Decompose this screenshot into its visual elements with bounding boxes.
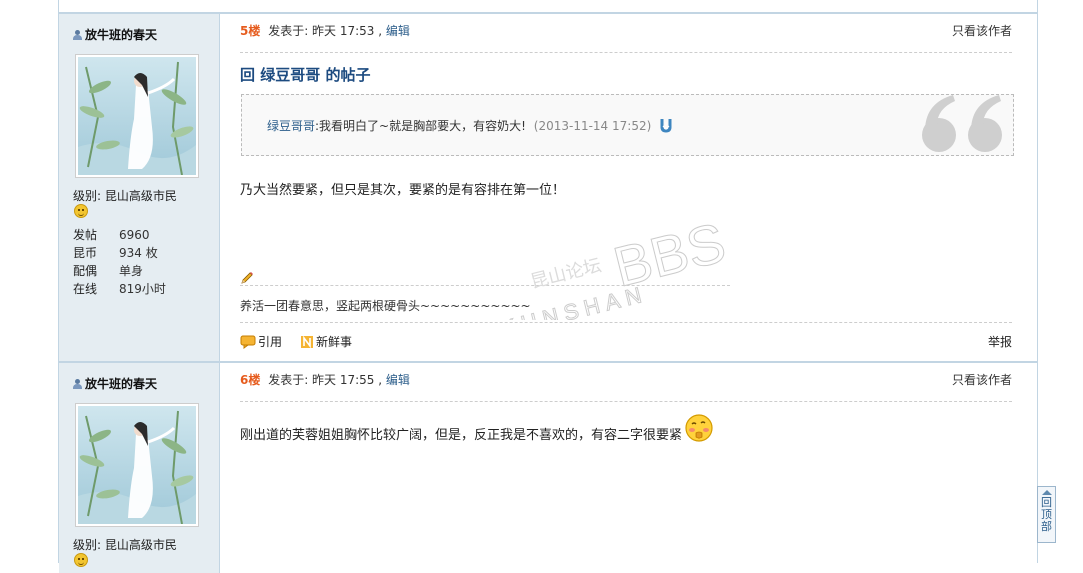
fresh-icon <box>301 335 313 349</box>
smiley-icon <box>74 204 88 218</box>
stat-posts: 发帖 6960 <box>73 228 150 242</box>
quote-date: (2013-11-14 17:52) <box>533 119 652 133</box>
quote-mark-icon <box>922 95 1002 152</box>
avatar[interactable] <box>75 403 199 527</box>
quote-body: :我看明白了~就是胸部要大，有容奶大! <box>315 119 526 133</box>
post-header: 6楼 发表于: 昨天 17:55 , 编辑 只看该作者 <box>240 371 1012 402</box>
up-arrow-icon <box>1041 490 1052 495</box>
post-content: 6楼 发表于: 昨天 17:55 , 编辑 只看该作者 刚出道的芙蓉姐姐胸怀比较… <box>220 363 1037 573</box>
floor-number[interactable]: 5楼 <box>240 24 260 38</box>
signature: 养活一团春意思，竖起两根硬骨头~~~~~~~~~~~ <box>240 299 531 313</box>
post-6: 放牛班的春天 级别: 昆山高级市民 6楼 发表于: 昨天 17:55 , 编辑 … <box>59 361 1037 573</box>
user-icon <box>73 379 82 389</box>
post-header: 5楼 发表于: 昨天 17:53 , 编辑 只看该作者 <box>240 22 1012 53</box>
quote-author-link[interactable]: 绿豆哥哥 <box>267 119 315 133</box>
user-stats: 发帖 6960 昆币 934 枚 配偶 单身 在线 819小时 <box>73 226 166 298</box>
user-level: 级别: 昆山高级市民 <box>73 538 177 552</box>
cite-button[interactable]: 引用 <box>240 334 282 350</box>
author-name-text[interactable]: 放牛班的春天 <box>85 28 157 42</box>
post-author-panel: 放牛班的春天 <box>59 363 220 573</box>
edit-link[interactable]: 编辑 <box>386 373 410 387</box>
stat-coins: 昆币 934 枚 <box>73 246 158 260</box>
blush-emoji-icon <box>684 413 714 447</box>
only-author-link[interactable]: 只看该作者 <box>952 371 1012 389</box>
quote-text: 绿豆哥哥:我看明白了~就是胸部要大，有容奶大! (2013-11-14 17:5… <box>267 117 673 134</box>
avatar-image <box>78 57 196 176</box>
post-actions: 引用 新鲜事 举报 <box>240 322 1012 359</box>
avatar[interactable] <box>75 54 199 178</box>
smiley-icon <box>74 553 88 567</box>
post-message-text: 刚出道的芙蓉姐姐胸怀比较广阔，但是，反正我是不喜欢的，有容二字很要紧 <box>240 428 683 443</box>
post-time: 发表于: 昨天 17:55 , <box>268 373 383 387</box>
pencil-icon <box>241 272 253 284</box>
back-to-top-label[interactable]: 回顶部 <box>1041 497 1053 533</box>
post-author-panel: 放牛班的春天 <box>59 14 220 362</box>
cite-icon <box>240 335 256 349</box>
post-title: 回 绿豆哥哥 的帖子 <box>240 66 371 84</box>
post-time: 发表于: 昨天 17:53 , <box>268 24 383 38</box>
back-to-top-button[interactable]: 回顶部 <box>1037 486 1056 543</box>
avatar-image <box>78 406 196 525</box>
stat-online: 在线 819小时 <box>73 282 166 296</box>
fresh-button[interactable]: 新鲜事 <box>300 334 352 350</box>
signature-divider <box>240 271 730 286</box>
user-icon <box>73 30 82 40</box>
author-name-text[interactable]: 放牛班的春天 <box>85 377 157 391</box>
forum-thread: 放牛班的春天 级别: 昆山高级市民 发帖 6960 昆币 934 枚 配偶 单身… <box>58 0 1038 573</box>
author-name[interactable]: 放牛班的春天 <box>73 26 157 43</box>
floor-number[interactable]: 6楼 <box>240 373 260 387</box>
post-5: 放牛班的春天 级别: 昆山高级市民 发帖 6960 昆币 934 枚 配偶 单身… <box>59 12 1037 362</box>
jump-to-quote-icon[interactable] <box>659 118 673 133</box>
post-message: 刚出道的芙蓉姐姐胸怀比较广阔，但是，反正我是不喜欢的，有容二字很要紧 <box>240 413 714 447</box>
report-link[interactable]: 举报 <box>988 334 1012 350</box>
post-content: 5楼 发表于: 昨天 17:53 , 编辑 只看该作者 回 绿豆哥哥 的帖子 绿… <box>220 14 1037 362</box>
stat-spouse: 配偶 单身 <box>73 264 144 278</box>
quote-block: 绿豆哥哥:我看明白了~就是胸部要大，有容奶大! (2013-11-14 17:5… <box>241 94 1014 156</box>
author-name[interactable]: 放牛班的春天 <box>73 375 157 392</box>
post-message: 乃大当然要紧，但只是其次，要紧的是有容排在第一位！ <box>240 183 566 198</box>
user-level: 级别: 昆山高级市民 <box>73 189 177 203</box>
only-author-link[interactable]: 只看该作者 <box>952 22 1012 40</box>
edit-link[interactable]: 编辑 <box>386 24 410 38</box>
